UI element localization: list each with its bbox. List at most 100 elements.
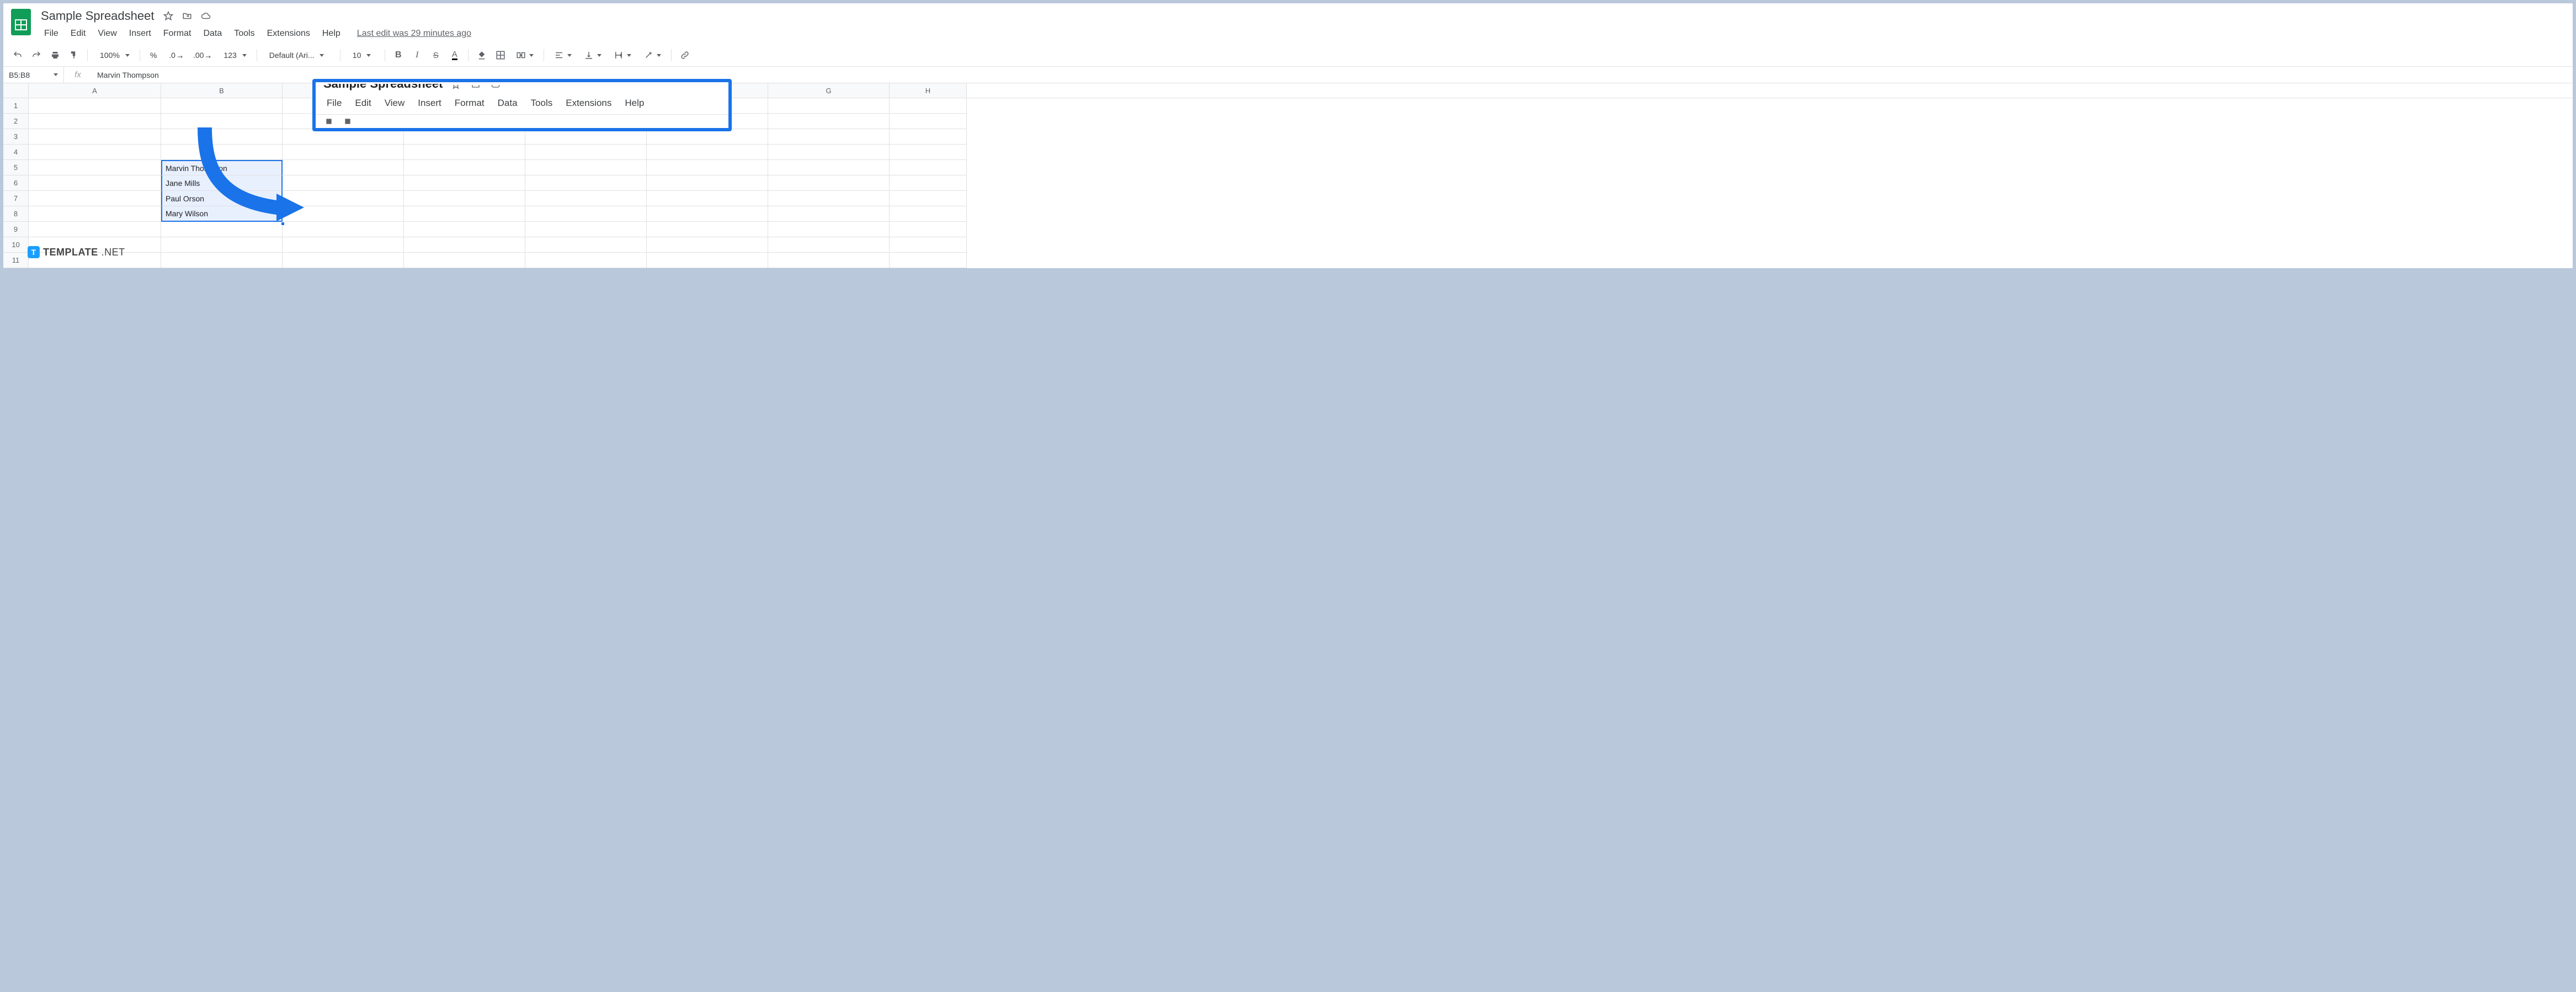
cell[interactable]: [404, 253, 525, 268]
cell[interactable]: [29, 206, 161, 222]
increase-decimal-button[interactable]: .00: [189, 47, 214, 63]
cell[interactable]: [29, 222, 161, 237]
callout-menu-tools[interactable]: Tools: [525, 95, 558, 111]
row-header[interactable]: 7: [3, 191, 29, 206]
row-header[interactable]: 9: [3, 222, 29, 237]
cell[interactable]: [404, 206, 525, 222]
cell[interactable]: [890, 191, 967, 206]
cell[interactable]: [768, 160, 890, 175]
font-size-dropdown[interactable]: 10: [346, 47, 379, 63]
bold-button[interactable]: B: [391, 47, 406, 63]
cell[interactable]: [768, 253, 890, 268]
cell[interactable]: [890, 222, 967, 237]
row-header[interactable]: 8: [3, 206, 29, 222]
horizontal-align-dropdown[interactable]: [550, 47, 576, 63]
cell[interactable]: [768, 206, 890, 222]
fill-color-button[interactable]: [474, 47, 489, 63]
select-all-corner[interactable]: [3, 83, 29, 98]
cell[interactable]: [768, 98, 890, 114]
cloud-status-icon[interactable]: [199, 9, 212, 23]
callout-menu-format[interactable]: Format: [449, 95, 490, 111]
cell[interactable]: [768, 237, 890, 253]
cell[interactable]: [29, 145, 161, 160]
callout-menu-help[interactable]: Help: [619, 95, 650, 111]
cell[interactable]: [525, 222, 647, 237]
cell[interactable]: [29, 129, 161, 145]
cell[interactable]: [890, 98, 967, 114]
cell[interactable]: [647, 237, 768, 253]
row-header[interactable]: 2: [3, 114, 29, 129]
cell[interactable]: [525, 145, 647, 160]
merge-cells-dropdown[interactable]: [512, 47, 538, 63]
cell[interactable]: [647, 160, 768, 175]
cell[interactable]: [404, 129, 525, 145]
cell[interactable]: [29, 98, 161, 114]
more-formats-dropdown[interactable]: 123: [217, 47, 251, 63]
row-header[interactable]: 3: [3, 129, 29, 145]
row-header[interactable]: 10: [3, 237, 29, 253]
cell[interactable]: [283, 253, 404, 268]
row-header[interactable]: 11: [3, 253, 29, 268]
callout-menu-view[interactable]: View: [379, 95, 411, 111]
cell[interactable]: [525, 175, 647, 191]
cell[interactable]: [647, 175, 768, 191]
cell[interactable]: [525, 191, 647, 206]
row-header[interactable]: 1: [3, 98, 29, 114]
document-title[interactable]: Sample Spreadsheet: [39, 8, 156, 24]
cell[interactable]: [890, 253, 967, 268]
cell[interactable]: [525, 237, 647, 253]
text-rotation-dropdown[interactable]: [639, 47, 666, 63]
borders-button[interactable]: [493, 47, 508, 63]
print-icon[interactable]: [47, 47, 63, 63]
cell[interactable]: [768, 191, 890, 206]
column-header[interactable]: B: [161, 83, 283, 98]
cell[interactable]: [29, 160, 161, 175]
menu-file[interactable]: File: [39, 26, 64, 41]
cell[interactable]: [404, 191, 525, 206]
cell[interactable]: [404, 222, 525, 237]
cell[interactable]: [404, 175, 525, 191]
cell[interactable]: [161, 114, 283, 129]
last-edit-link[interactable]: Last edit was 29 minutes ago: [357, 29, 471, 39]
cell[interactable]: [647, 129, 768, 145]
cell[interactable]: [404, 145, 525, 160]
star-icon[interactable]: [162, 9, 175, 23]
move-folder-icon[interactable]: [180, 9, 194, 23]
cell[interactable]: [647, 253, 768, 268]
column-header[interactable]: G: [768, 83, 890, 98]
cell[interactable]: [647, 222, 768, 237]
insert-link-button[interactable]: [677, 47, 693, 63]
cell[interactable]: [890, 175, 967, 191]
font-dropdown[interactable]: Default (Ari...: [263, 47, 334, 63]
column-header[interactable]: H: [890, 83, 967, 98]
cell[interactable]: [525, 253, 647, 268]
cell[interactable]: [890, 145, 967, 160]
cell[interactable]: [890, 206, 967, 222]
cell[interactable]: [647, 191, 768, 206]
cell[interactable]: [161, 98, 283, 114]
cell[interactable]: [404, 160, 525, 175]
paint-format-icon[interactable]: [66, 47, 82, 63]
cell[interactable]: [890, 160, 967, 175]
callout-menu-file[interactable]: File: [321, 95, 347, 111]
vertical-align-dropdown[interactable]: [579, 47, 606, 63]
row-header[interactable]: 6: [3, 175, 29, 191]
row-header[interactable]: 4: [3, 145, 29, 160]
menu-insert[interactable]: Insert: [124, 26, 157, 41]
zoom-dropdown[interactable]: 100%: [93, 47, 134, 63]
menu-help[interactable]: Help: [317, 26, 346, 41]
cell[interactable]: [283, 237, 404, 253]
redo-icon[interactable]: [29, 47, 44, 63]
callout-menu-data[interactable]: Data: [492, 95, 523, 111]
cell[interactable]: [890, 114, 967, 129]
cell[interactable]: [29, 175, 161, 191]
cell[interactable]: [890, 129, 967, 145]
cell[interactable]: [647, 145, 768, 160]
menu-extensions[interactable]: Extensions: [262, 26, 316, 41]
column-header[interactable]: A: [29, 83, 161, 98]
text-color-button[interactable]: A: [447, 47, 462, 63]
cell[interactable]: [161, 237, 283, 253]
cell[interactable]: [768, 145, 890, 160]
cell[interactable]: [890, 237, 967, 253]
cell[interactable]: [525, 129, 647, 145]
